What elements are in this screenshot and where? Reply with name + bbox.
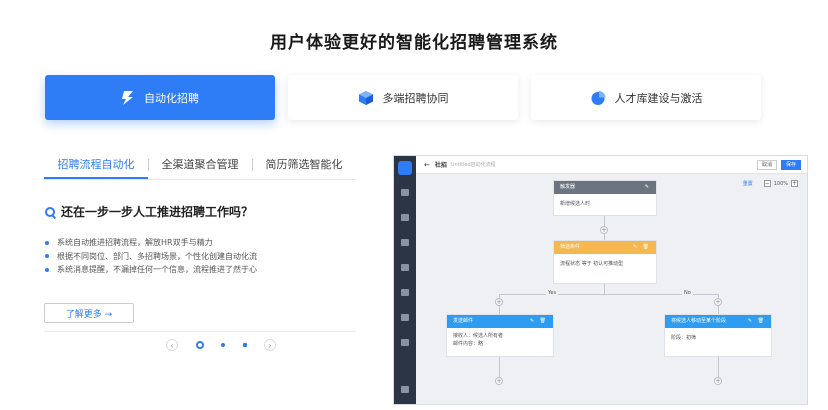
chart-icon[interactable]	[401, 314, 409, 321]
connector	[604, 284, 605, 294]
flow-node-condition[interactable]: 筛选条件 ✎ 🗑 流程状态 等于 初认可推动型	[553, 240, 657, 284]
edit-delete-icon[interactable]: ✎ 🗑	[633, 241, 651, 254]
subtab-resume-screening[interactable]: 简历筛选智能化	[252, 150, 356, 179]
list-item: 系统自动推进招聘流程，解放HR双手与精力	[45, 236, 257, 250]
pie-chart-icon	[590, 90, 606, 106]
subtab-process-automation[interactable]: 招聘流程自动化	[44, 150, 148, 179]
learn-more-button[interactable]: 了解更多 →	[44, 303, 134, 323]
carousel-pager: ‹ ›	[166, 338, 276, 352]
content-question: 还在一步一步人工推进招聘工作吗？	[45, 203, 253, 220]
feature-tab-label: 人才库建设与激活	[614, 91, 703, 105]
flow-canvas: Yes No 触发器 ✎ 新增候选人时 + 筛选条件 ✎ 🗑 流程状态 等于 初认可…	[416, 174, 807, 404]
feature-tab-automation[interactable]: 自动化招聘	[45, 75, 275, 120]
app-sidebar	[394, 156, 416, 404]
bullet-dot-icon	[45, 240, 49, 245]
bullet-dot-icon	[45, 267, 49, 272]
connector	[499, 357, 500, 377]
flow-node-trigger[interactable]: 触发器 ✎ 新增候选人时	[553, 180, 657, 216]
connector	[718, 357, 719, 377]
list-icon[interactable]	[401, 264, 409, 271]
feature-tab-label: 自动化招聘	[144, 91, 199, 105]
back-arrow-icon[interactable]: ←	[424, 161, 430, 169]
add-step-button[interactable]: +	[495, 377, 503, 385]
edge-label-yes: Yes	[546, 290, 559, 296]
cloud-icon[interactable]	[401, 339, 409, 346]
next-arrow-button[interactable]: ›	[264, 339, 276, 351]
gear-icon[interactable]	[401, 386, 409, 393]
list-item: 根据不同岗位、部门、多招聘场景，个性化创建自动化流	[45, 250, 257, 264]
edit-delete-icon[interactable]: ✎ 🗑	[530, 315, 548, 328]
product-screenshot: ← 社招 Untitled自动化流程 取消 保存 重置 − 100% + Yes…	[393, 155, 808, 405]
breadcrumb: 社招	[434, 162, 447, 169]
flow-node-move-stage[interactable]: 将候选人移动至某个阶段 ✎ 🗑 阶段：初筛	[664, 314, 772, 357]
cube-icon	[358, 90, 374, 106]
sub-tabs: 招聘流程自动化 全渠道聚合管理 简历筛选智能化	[44, 150, 356, 180]
subtab-channel-aggregation[interactable]: 全渠道聚合管理	[148, 150, 252, 179]
bullet-dot-icon	[45, 254, 49, 259]
app-topbar: ← 社招 Untitled自动化流程 取消 保存	[416, 156, 807, 174]
pager-dot[interactable]	[242, 343, 247, 347]
briefcase-icon[interactable]	[401, 289, 409, 296]
question-text: 还在一步一步人工推进招聘工作吗？	[61, 205, 254, 219]
add-step-button[interactable]: +	[600, 226, 608, 234]
feature-tab-multi-end[interactable]: 多端招聘协同	[288, 75, 518, 120]
list-item: 系统消息提醒，不漏掉任何一个信息，流程推进了然于心	[45, 263, 257, 277]
edit-delete-icon[interactable]: ✎ 🗑	[748, 315, 766, 328]
save-button[interactable]: 保存	[781, 160, 801, 170]
add-step-button[interactable]: +	[714, 377, 722, 385]
bolt-icon	[121, 90, 135, 106]
page-title: 用户体验更好的智能化招聘管理系统	[270, 33, 558, 53]
home-icon[interactable]	[401, 189, 409, 196]
prev-arrow-button[interactable]: ‹	[166, 339, 178, 351]
add-step-button[interactable]: +	[714, 298, 722, 306]
add-step-button[interactable]: +	[495, 298, 503, 306]
calendar-icon[interactable]	[401, 239, 409, 246]
divider	[44, 331, 356, 332]
feature-tab-talent-pool[interactable]: 人才库建设与激活	[531, 75, 761, 120]
feature-tab-label: 多端招聘协同	[382, 91, 449, 105]
search-icon	[45, 206, 55, 217]
edge-label-no: No	[682, 290, 693, 296]
edit-icon[interactable]: ✎	[645, 181, 651, 194]
pager-dot[interactable]	[221, 343, 225, 347]
pager-dot-active[interactable]	[195, 341, 204, 349]
cancel-button[interactable]: 取消	[757, 160, 777, 170]
bullet-list: 系统自动推进招聘流程，解放HR双手与精力 根据不同岗位、部门、多招聘场景，个性化…	[45, 236, 257, 277]
users-icon[interactable]	[401, 214, 409, 221]
app-logo-icon	[398, 161, 412, 175]
flow-node-send-email[interactable]: 发送邮件 ✎ 🗑 接收人：候选人所有者 邮件内容：略	[446, 314, 554, 357]
flow-name: Untitled自动化流程	[450, 162, 496, 168]
